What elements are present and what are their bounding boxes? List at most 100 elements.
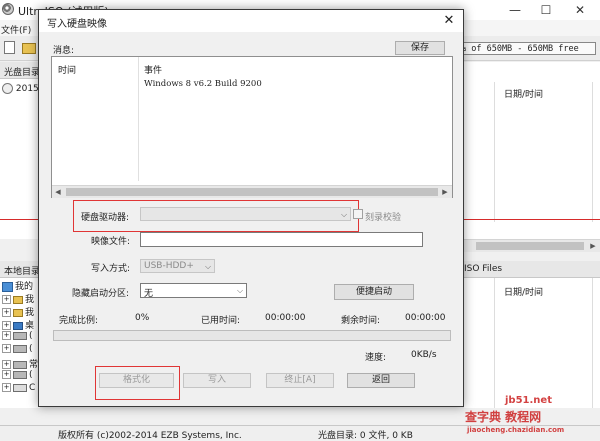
expand-icon[interactable]: + [2, 383, 11, 392]
elapsed-value: 00:00:00 [265, 313, 306, 323]
status-copyright: 版权所有 (c)2002-2014 EZB Systems, Inc. [58, 431, 242, 441]
expand-icon[interactable]: + [2, 308, 11, 317]
cd-file-list[interactable]: 日期/时间 [464, 62, 600, 239]
expand-icon[interactable]: + [2, 344, 11, 353]
disk-drive-label: 硬盘驱动器: [81, 213, 130, 223]
image-file-input[interactable] [140, 232, 423, 247]
expand-icon[interactable]: + [2, 295, 11, 304]
messages-label: 消息: [53, 46, 75, 56]
local-dir-label: 本地目录 [4, 267, 41, 277]
scroll-left-icon[interactable]: ◀ [53, 187, 63, 197]
dialog-title-bar: 写入硬盘映像 ✕ [39, 10, 463, 32]
tree-item[interactable]: 我的 [2, 279, 33, 292]
column-divider [138, 57, 139, 181]
hidden-partition-label: 隐藏启动分区: [72, 289, 130, 299]
disc-icon [2, 83, 13, 94]
hidden-partition-value: 无 [144, 289, 154, 299]
save-button[interactable]: 保存 [395, 41, 445, 55]
write-button[interactable]: 写入 [183, 373, 251, 388]
log-scrollbar[interactable]: ◀ ▶ [52, 185, 452, 198]
ultraiso-app-icon [2, 3, 14, 15]
iso-files-header: ISO Files [464, 261, 600, 278]
new-file-icon[interactable] [4, 41, 15, 54]
log-column-time: 时间 [58, 66, 77, 76]
drive-icon [13, 360, 27, 369]
tree-item[interactable]: + 我 [2, 305, 34, 318]
cd-list-scrollbar[interactable]: ▶ [464, 239, 600, 252]
menu-file[interactable]: 文件(F) [1, 23, 31, 36]
remaining-value: 00:00:00 [405, 313, 446, 323]
expand-icon[interactable]: + [2, 321, 11, 330]
column-divider [592, 82, 593, 222]
cd-dir-tree[interactable]: 2015 [0, 79, 40, 239]
log-column-event: 事件 [144, 66, 163, 76]
log-entry-event: Windows 8 v6.2 Build 9200 [144, 79, 262, 89]
close-icon[interactable]: ✕ [439, 12, 459, 30]
tree-item[interactable]: + 我 [2, 292, 34, 305]
open-folder-icon[interactable] [22, 43, 36, 54]
tree-item[interactable]: + 常 [2, 357, 38, 370]
tree-item[interactable]: 2015 [2, 83, 39, 96]
back-button[interactable]: 返回 [347, 373, 415, 388]
close-window-icon[interactable]: ✕ [565, 1, 595, 19]
maximize-icon[interactable]: ☐ [531, 1, 561, 19]
capacity-meter: % of 650MB - 650MB free [460, 42, 596, 55]
cd-dir-header: 光盘目录 [0, 62, 40, 79]
remaining-label: 剩余时间: [341, 316, 381, 326]
desktop-icon [13, 321, 23, 330]
folder-icon [13, 308, 23, 317]
watermark-title: 查字典 教程网 [465, 410, 542, 424]
completed-value: 0% [135, 313, 150, 323]
write-method-value: USB-HDD+ [144, 261, 194, 271]
convenient-boot-button[interactable]: 便捷启动 [334, 284, 414, 300]
drive-icon [13, 331, 27, 340]
expand-icon[interactable]: + [2, 331, 11, 340]
write-method-select[interactable]: USB-HDD+ ⌵ [140, 259, 215, 273]
minimize-icon[interactable]: — [500, 1, 530, 19]
hidden-partition-select[interactable]: 无 ⌵ [140, 283, 247, 299]
format-button[interactable]: 格式化 [99, 373, 174, 388]
scroll-right-icon[interactable]: ▶ [440, 187, 450, 197]
message-log[interactable]: 时间 事件 Windows 8 v6.2 Build 9200 ◀ ▶ [51, 56, 453, 198]
expand-icon[interactable]: + [2, 360, 11, 369]
site-watermark: jb51.net 查字典 教程网 jiaocheng.chazidian.com [465, 395, 600, 439]
chevron-down-icon: ⌵ [204, 262, 212, 271]
write-progress-bar [53, 330, 451, 341]
tree-item[interactable]: + C [2, 383, 35, 396]
cd-dir-label: 光盘目录 [4, 68, 41, 78]
speed-value: 0KB/s [411, 350, 437, 360]
tree-item[interactable]: +( [2, 344, 33, 357]
local-dir-header: 本地目录 [0, 261, 40, 278]
cd-drive-icon [13, 383, 27, 392]
chevron-down-icon: ⌵ [236, 286, 244, 295]
stop-button[interactable]: 终止[A] [266, 373, 334, 388]
scroll-thumb[interactable] [476, 242, 584, 250]
image-file-label: 映像文件: [91, 237, 131, 247]
speed-label: 速度: [365, 353, 387, 363]
verify-label: 刻录校验 [365, 213, 402, 223]
elapsed-label: 已用时间: [201, 316, 241, 326]
iso-files-label: ISO Files [464, 264, 503, 274]
local-dir-tree[interactable]: 我的 + 我 + 我 + 桌 +( +( + 常 +( + C [0, 278, 40, 408]
scroll-right-icon[interactable]: ▶ [588, 241, 598, 251]
computer-icon [2, 281, 13, 292]
folder-icon [13, 295, 23, 304]
expand-icon[interactable]: + [2, 370, 11, 379]
completed-label: 完成比例: [59, 316, 99, 326]
datetime-column-header[interactable]: 日期/时间 [504, 87, 543, 100]
local-file-list[interactable]: 日期/时间 [464, 278, 600, 408]
tree-item-label: 2015 [15, 84, 39, 94]
status-cd-summary: 光盘目录: 0 文件, 0 KB [318, 431, 413, 441]
scroll-thumb[interactable] [66, 188, 438, 196]
watermark-domain: jb51.net [505, 395, 552, 406]
tree-item[interactable]: +( [2, 370, 33, 383]
drive-icon [13, 370, 27, 379]
tree-item[interactable]: +( [2, 331, 33, 344]
tree-item[interactable]: + 桌 [2, 318, 34, 331]
verify-checkbox[interactable] [353, 209, 363, 219]
drive-icon [13, 344, 27, 353]
disk-drive-select[interactable]: ⌵ [140, 207, 351, 221]
column-divider [592, 278, 593, 408]
datetime-column-header[interactable]: 日期/时间 [504, 285, 543, 298]
column-divider [494, 82, 495, 222]
